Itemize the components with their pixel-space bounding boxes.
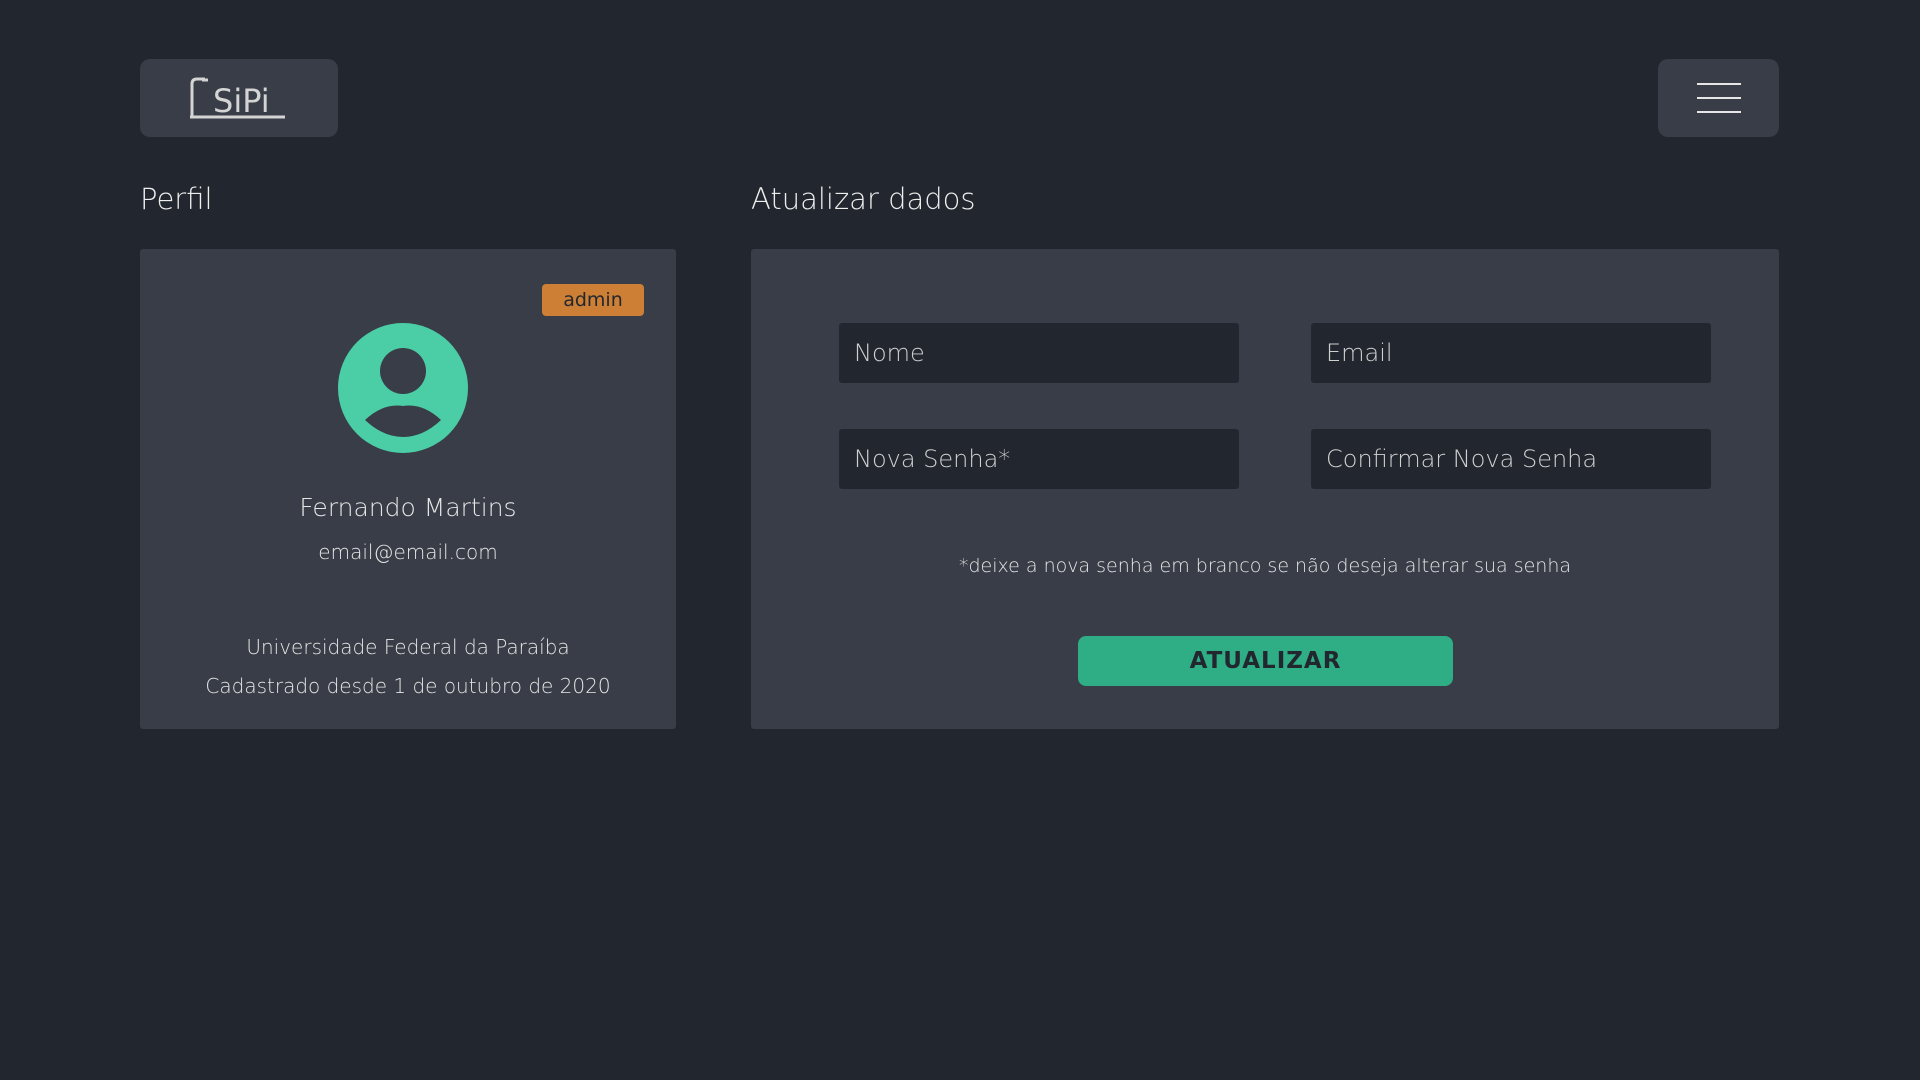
profile-email: email@email.com <box>318 540 498 564</box>
update-heading: Atualizar dados <box>751 182 976 216</box>
logo-text: SiPi <box>213 82 270 120</box>
update-button[interactable]: ATUALIZAR <box>1078 636 1453 686</box>
user-avatar-icon <box>338 323 468 453</box>
profile-registered-date: Cadastrado desde 1 de outubro de 2020 <box>205 674 611 698</box>
role-badge: admin <box>542 284 644 316</box>
sipi-logo-icon: SiPi <box>190 77 285 120</box>
hamburger-menu-button[interactable] <box>1658 59 1779 137</box>
hamburger-icon <box>1696 83 1741 85</box>
new-password-input[interactable] <box>839 429 1239 489</box>
email-input[interactable] <box>1311 323 1711 383</box>
confirm-password-input[interactable] <box>1311 429 1711 489</box>
password-note: *deixe a nova senha em branco se não des… <box>958 555 1572 577</box>
profile-institution: Universidade Federal da Paraíba <box>246 635 570 659</box>
hamburger-icon-line <box>1696 111 1741 113</box>
profile-heading: Perfil <box>140 182 213 216</box>
hamburger-icon-line <box>1696 97 1741 99</box>
name-input[interactable] <box>839 323 1239 383</box>
logo[interactable]: SiPi <box>140 59 338 137</box>
profile-name: Fernando Martins <box>299 493 517 522</box>
